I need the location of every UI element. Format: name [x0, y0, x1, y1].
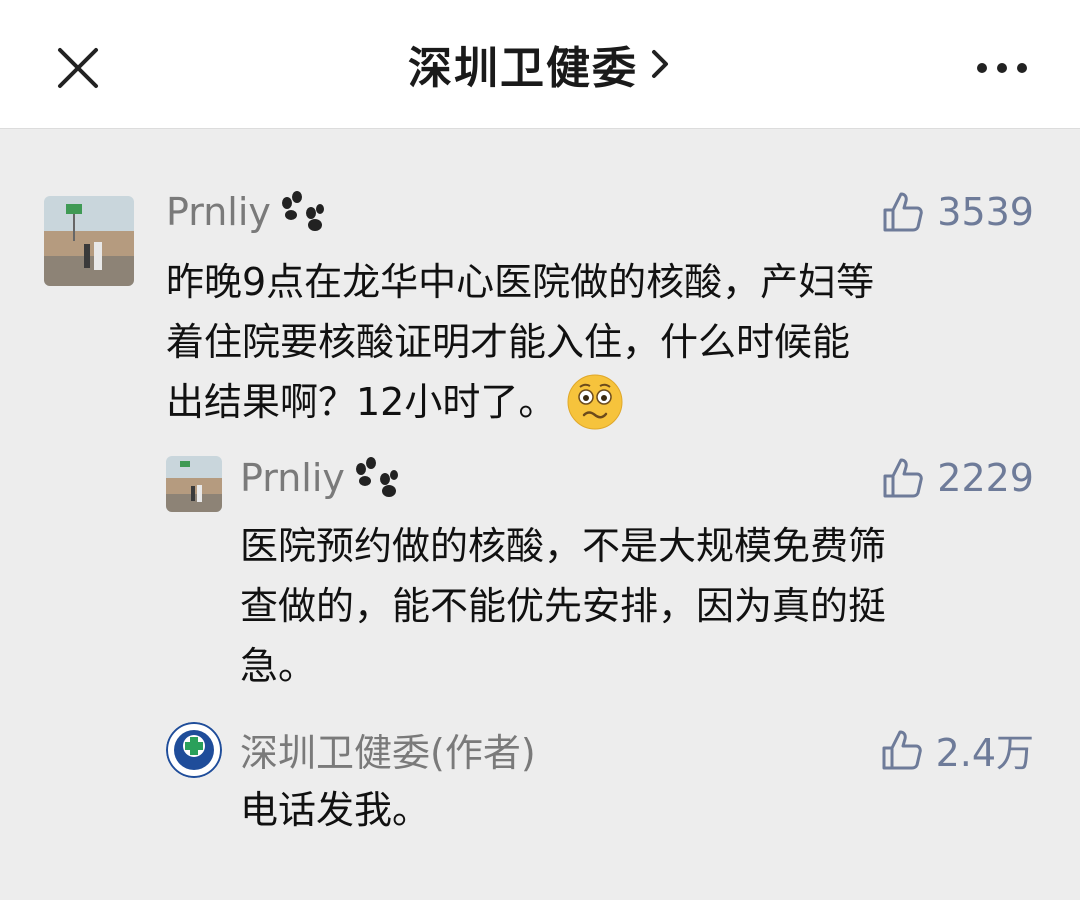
comment-nickname[interactable]: Prnliy	[166, 190, 327, 234]
page-title[interactable]: 深圳卫健委	[408, 32, 638, 96]
comment-line: 着住院要核酸证明才能入住，什么时候能	[166, 320, 851, 364]
comment-nickname[interactable]: 深圳卫健委(作者)	[240, 722, 536, 777]
comment-line: 急。	[240, 644, 317, 688]
comment-text: 医院预约做的核酸，不是大规模免费筛 查做的，能不能优先安排，因为真的挺 急。	[240, 516, 1050, 696]
avatar[interactable]	[44, 196, 134, 286]
worried-face-emoji	[567, 374, 623, 430]
like-count: 2.4万	[935, 731, 1034, 775]
paw-icon	[355, 457, 398, 497]
like-count: 2229	[937, 456, 1034, 500]
title-area[interactable]: 深圳卫健委	[0, 0, 1080, 128]
nickname-text: 深圳卫健委(作者)	[240, 731, 536, 775]
author-avatar[interactable]	[166, 722, 222, 778]
like-count: 3539	[937, 190, 1034, 234]
thumbs-up-icon	[883, 192, 924, 232]
more-dots-icon[interactable]	[970, 48, 1034, 88]
comment-line: 医院预约做的核酸，不是大规模免费筛	[240, 524, 887, 568]
like-button[interactable]: 2.4万	[880, 722, 1034, 777]
comment-text: 昨晚9点在龙华中心医院做的核酸，产妇等 着住院要核酸证明才能入住，什么时候能 出…	[166, 252, 1046, 432]
nickname-text: Prnliy	[166, 190, 271, 234]
like-button[interactable]: 2229	[881, 456, 1034, 500]
chevron-right-icon	[652, 50, 668, 78]
comment-line: 昨晚9点在龙华中心医院做的核酸，产妇等	[166, 260, 875, 304]
avatar[interactable]	[166, 456, 222, 512]
thumbs-up-icon	[883, 458, 924, 498]
comment-line-with-emoji: 出结果啊？12小时了。	[166, 372, 1046, 432]
like-button[interactable]: 3539	[881, 190, 1034, 234]
nickname-text: Prnliy	[240, 456, 345, 500]
comment-nickname[interactable]: Prnliy	[240, 456, 401, 500]
comment-line: 出结果啊？12小时了。	[166, 380, 557, 424]
comment-line: 查做的，能不能优先安排，因为真的挺	[240, 584, 887, 628]
paw-icon	[281, 191, 324, 231]
thumbs-up-icon	[882, 730, 922, 769]
comment-text: 电话发我。	[240, 780, 1050, 840]
comment-line: 电话发我。	[240, 788, 431, 832]
top-navigation-bar: 深圳卫健委	[0, 0, 1080, 129]
